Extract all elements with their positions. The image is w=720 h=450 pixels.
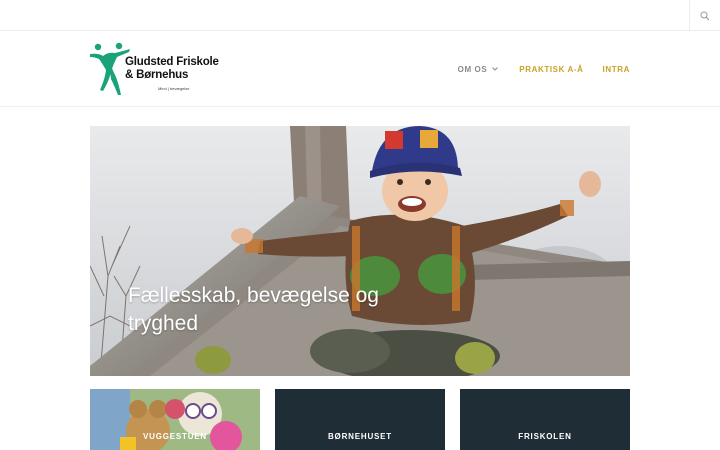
card-bornehuset[interactable]: BØRNEHUSET: [275, 389, 445, 450]
nav-item-om-os[interactable]: OM OS: [458, 65, 499, 74]
nav-item-intra[interactable]: INTRA: [603, 65, 630, 74]
logo-wordmark: Gludsted Friskole & Børnehus: [125, 56, 219, 82]
chevron-down-icon: [492, 67, 499, 71]
site-logo[interactable]: Gludsted Friskole & Børnehus Mind | bevæ…: [89, 41, 229, 97]
logo-line-1: Gludsted Friskole: [125, 56, 219, 68]
search-icon: [700, 11, 710, 20]
nav-item-label: INTRA: [602, 64, 630, 74]
top-bar: [0, 0, 720, 31]
nav-item-praktisk[interactable]: PRAKTISK A-Å: [519, 65, 583, 74]
hero-image: [90, 126, 630, 376]
hero-banner: Fællesskab, bevægelse og tryghed: [90, 126, 630, 376]
hero-title: Fællesskab, bevægelse og tryghed: [128, 284, 379, 335]
card-vuggestuen[interactable]: VUGGESTUEN: [90, 389, 260, 450]
logo-tagline: Mind | bevægelse: [158, 86, 190, 91]
search-button[interactable]: [689, 0, 720, 31]
site-header: Gludsted Friskole & Børnehus Mind | bevæ…: [0, 31, 720, 107]
card-label: FRISKOLEN: [518, 432, 572, 441]
logo-line-2: & Børnehus: [125, 69, 189, 81]
nav-item-label: PRAKTISK A-Å: [519, 64, 584, 74]
card-label: BØRNEHUSET: [327, 432, 392, 441]
card-friskolen[interactable]: FRISKOLEN: [460, 389, 630, 450]
main-nav: OM OS PRAKTISK A-Å INTRA: [458, 62, 630, 76]
card-label: VUGGESTUEN: [142, 432, 207, 441]
nav-item-label: OM OS: [457, 64, 488, 74]
